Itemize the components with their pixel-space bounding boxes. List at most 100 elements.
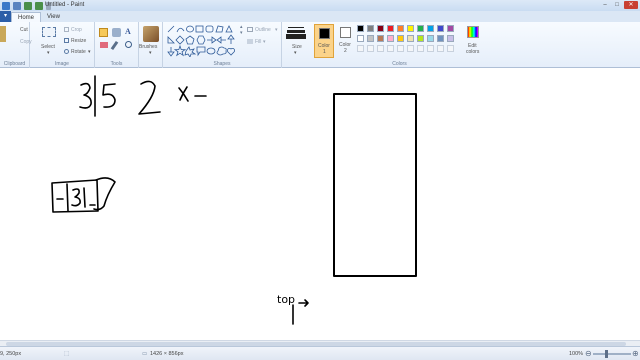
close-button[interactable]: ✕: [624, 1, 638, 9]
palette-swatch[interactable]: [397, 35, 404, 42]
size-icon[interactable]: [288, 27, 304, 28]
callout-shape-icon[interactable]: [196, 46, 206, 57]
brush-icon[interactable]: [143, 26, 159, 42]
palette-swatch[interactable]: [437, 25, 444, 32]
crop-icon: [64, 27, 69, 32]
color1-button[interactable]: Color 1: [314, 24, 334, 58]
rounded-rectangle-shape-icon[interactable]: [205, 25, 214, 33]
redo-icon[interactable]: [35, 1, 43, 10]
outline-button[interactable]: Outline: [255, 27, 271, 33]
custom-color-slot[interactable]: [397, 45, 404, 52]
tab-view[interactable]: View: [41, 12, 66, 22]
pencil-icon[interactable]: [99, 28, 108, 37]
paste-icon[interactable]: [0, 26, 6, 42]
cursor-position: 9, 250px: [0, 351, 22, 357]
edit-colors-icon[interactable]: [467, 26, 479, 38]
selection-size-icon: ⬚: [64, 351, 70, 357]
palette-swatch[interactable]: [447, 25, 454, 32]
paint-menu-button[interactable]: ▾: [0, 11, 11, 22]
rotate-button[interactable]: Rotate: [71, 49, 86, 55]
paint-app-icon[interactable]: [2, 1, 10, 10]
magnifier-icon[interactable]: [125, 41, 132, 48]
cloud-shape-icon[interactable]: [216, 46, 227, 56]
palette-swatch[interactable]: [417, 35, 424, 42]
edit-colors-label-2[interactable]: colors: [466, 49, 479, 55]
palette-swatch[interactable]: [377, 35, 384, 42]
custom-color-slot[interactable]: [437, 45, 444, 52]
rotate-dropdown-icon[interactable]: ▾: [88, 49, 91, 55]
custom-color-slot[interactable]: [377, 45, 384, 52]
palette-swatch[interactable]: [377, 25, 384, 32]
left-arrow-shape-icon[interactable]: [216, 36, 226, 44]
fill-bucket-icon[interactable]: [112, 28, 121, 37]
eraser-icon[interactable]: [100, 42, 108, 48]
color-picker-icon[interactable]: [110, 40, 119, 51]
shapes-gallery-scroll[interactable]: ▴ ▾: [240, 24, 243, 36]
right-triangle-shape-icon[interactable]: [167, 36, 175, 44]
zoom-in-button[interactable]: ⊕: [632, 349, 639, 358]
resize-button[interactable]: Resize: [71, 38, 86, 44]
right-arrow-shape-icon[interactable]: [207, 36, 217, 44]
palette-swatch[interactable]: [427, 35, 434, 42]
palette-swatch[interactable]: [417, 25, 424, 32]
rectangle-shape-icon[interactable]: [195, 25, 204, 33]
custom-color-slot[interactable]: [357, 45, 364, 52]
triangle-shape-icon[interactable]: [225, 25, 233, 33]
palette-swatch[interactable]: [427, 25, 434, 32]
palette-swatch[interactable]: [397, 25, 404, 32]
palette-swatch[interactable]: [387, 35, 394, 42]
drawing-canvas[interactable]: top: [0, 68, 640, 340]
heart-shape-icon[interactable]: [227, 48, 235, 56]
oval-callout-shape-icon[interactable]: [206, 47, 216, 55]
palette-swatch[interactable]: [407, 25, 414, 32]
star-shape-icon[interactable]: [173, 44, 187, 57]
select-dropdown-icon[interactable]: ▾: [47, 50, 50, 56]
custom-color-slot[interactable]: [407, 45, 414, 52]
oval-shape-icon[interactable]: [186, 25, 194, 33]
palette-swatch[interactable]: [357, 25, 364, 32]
up-arrow-shape-icon[interactable]: [227, 34, 235, 44]
custom-color-slot[interactable]: [447, 45, 454, 52]
custom-color-slot[interactable]: [367, 45, 374, 52]
shapes-gallery[interactable]: [167, 25, 241, 57]
fill-button[interactable]: Fill: [255, 39, 261, 45]
text-icon[interactable]: A: [125, 27, 131, 36]
minimize-button[interactable]: ‒: [600, 1, 610, 9]
palette-swatch[interactable]: [437, 35, 444, 42]
color2-button[interactable]: Color 2: [336, 24, 356, 58]
ribbon: Cut Copy Clipboard Select ▾ Crop Resize …: [0, 22, 640, 68]
palette-swatch[interactable]: [387, 25, 394, 32]
save-icon[interactable]: [13, 1, 21, 10]
palette-swatch[interactable]: [367, 35, 374, 42]
outline-dropdown-icon[interactable]: ▾: [275, 27, 278, 33]
crop-button[interactable]: Crop: [71, 27, 82, 33]
curve-shape-icon[interactable]: [176, 27, 185, 33]
tab-home[interactable]: Home: [11, 12, 42, 22]
hand-box-sketch: [51, 179, 99, 213]
brushes-dropdown-icon[interactable]: ▾: [149, 50, 152, 56]
fill-dropdown-icon[interactable]: ▾: [263, 39, 266, 45]
undo-icon[interactable]: [24, 1, 32, 10]
zoom-out-button[interactable]: ⊖: [585, 349, 592, 358]
diamond-shape-icon[interactable]: [175, 35, 185, 45]
shapes-group-label: Shapes: [213, 61, 231, 67]
palette-swatch[interactable]: [367, 25, 374, 32]
palette-swatch[interactable]: [447, 35, 454, 42]
custom-color-slot[interactable]: [417, 45, 424, 52]
line-shape-icon[interactable]: [167, 25, 175, 33]
hexagon-shape-icon[interactable]: [196, 35, 206, 45]
palette-swatch[interactable]: [357, 35, 364, 42]
cut-button[interactable]: Cut: [20, 27, 28, 33]
polygon-shape-icon[interactable]: [215, 25, 224, 33]
down-arrow-shape-icon[interactable]: [167, 47, 175, 57]
burst-shape-icon[interactable]: [184, 46, 197, 57]
title-bar: Untitled - Paint ‒ □ ✕: [0, 0, 640, 11]
zoom-slider-thumb[interactable]: [605, 350, 608, 358]
custom-color-slot[interactable]: [427, 45, 434, 52]
palette-swatch[interactable]: [407, 35, 414, 42]
size-dropdown-icon[interactable]: ▾: [294, 50, 297, 56]
maximize-button[interactable]: □: [612, 1, 622, 9]
custom-color-slot[interactable]: [387, 45, 394, 52]
pentagon-shape-icon[interactable]: [185, 35, 195, 45]
zoom-slider[interactable]: [593, 353, 631, 355]
